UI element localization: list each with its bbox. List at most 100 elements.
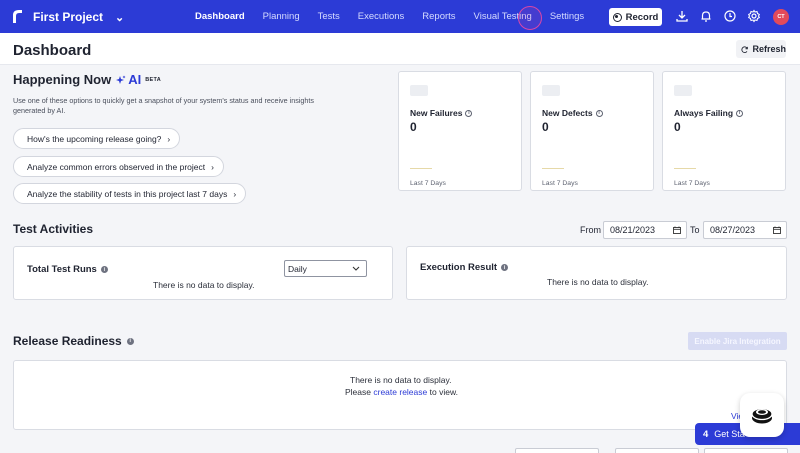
no-data-message: There is no data to display. [547,277,649,287]
to-date-value: 08/27/2023 [710,225,756,235]
prompt-label: How's the upcoming release going? [27,133,162,144]
refresh-icon [741,45,748,53]
sparkline [674,168,696,169]
nav-dashboard[interactable]: Dashboard [195,11,245,22]
placeholder-bar [674,85,692,96]
stat-card-always-failing[interactable]: Always Failing i 0 Last 7 Days [662,71,786,191]
from-date-input[interactable]: 08/21/2023 [603,221,687,239]
nav-settings[interactable]: Settings [550,11,584,22]
from-label: From [580,225,601,235]
nav-tests[interactable]: Tests [318,11,340,22]
download-icon[interactable] [675,9,689,23]
calendar-icon [673,226,681,234]
refresh-label: Refresh [752,44,786,54]
happening-now-label: Happening Now [13,72,112,87]
stack-icon [751,407,773,424]
prompt-label: Analyze the stability of tests in this p… [27,188,228,199]
chevron-right-icon: › [167,133,171,144]
execution-result-panel: Execution Result i There is no data to d… [406,246,787,300]
placeholder-bar [410,85,428,96]
info-icon[interactable]: i [126,337,134,345]
interval-select[interactable]: Daily [284,260,367,277]
ai-badge: AI [116,72,141,87]
prompt-common-errors[interactable]: Analyze common errors observed in the pr… [13,156,224,177]
sparkle-icon [116,75,126,84]
partial-input [615,448,699,453]
execution-result-title: Execution Result i [420,262,509,273]
history-icon[interactable] [723,9,737,23]
panel-title-text: Execution Result [420,262,498,273]
record-button[interactable]: Record [609,8,662,26]
create-release-link[interactable]: create release [373,387,427,397]
stat-card-new-failures[interactable]: New Failures i 0 Last 7 Days [398,71,522,191]
release-readiness-title: Release Readiness i [13,334,134,348]
bell-icon[interactable] [699,9,713,23]
stat-label-text: New Defects [542,108,593,118]
to-date-input[interactable]: 08/27/2023 [703,221,787,239]
test-activities-title: Test Activities [13,222,94,236]
no-data-message: There is no data to display. [153,280,255,290]
nav-executions[interactable]: Executions [358,11,404,22]
stat-value: 0 [674,120,681,134]
sparkline [542,168,564,169]
stat-value: 0 [542,120,549,134]
partial-input [515,448,599,453]
page-title: Dashboard [13,42,92,59]
info-icon[interactable]: i [501,264,509,271]
avatar[interactable]: CT [773,9,789,25]
stat-label: New Failures i [410,108,473,118]
project-name: First Project [33,10,104,24]
get-started-count: 4 [703,428,709,440]
stat-label: New Defects i [542,108,603,118]
top-nav: First Project ⌄ Dashboard Planning Tests… [0,0,800,33]
gear-icon[interactable] [747,9,761,23]
info-icon[interactable]: i [100,266,108,273]
hint-please: Please [345,387,371,397]
panel-title-text: Total Test Runs [27,264,97,275]
chevron-down-icon: ⌄ [115,11,125,24]
hint-to-view: to view. [429,387,458,397]
happening-now-description: Use one of these options to quickly get … [13,96,315,115]
project-switcher[interactable]: First Project ⌄ [33,10,124,24]
beta-badge: BETA [145,76,161,83]
create-release-hint: Please create release to view. [345,387,458,397]
chevron-down-icon [352,266,360,271]
record-icon [612,12,622,22]
stat-label: Always Failing i [674,108,744,118]
stat-label-text: New Failures [410,108,463,118]
chevron-right-icon: › [233,188,237,199]
nav-planning[interactable]: Planning [263,11,300,22]
prompt-test-stability[interactable]: Analyze the stability of tests in this p… [13,183,247,204]
enable-jira-button[interactable]: Enable Jira Integration [688,332,787,350]
chevron-right-icon: › [211,161,214,172]
stat-footer: Last 7 Days [410,180,446,187]
prompt-label: Analyze common errors observed in the pr… [27,161,206,172]
info-icon[interactable]: i [465,109,473,117]
logo-icon[interactable] [11,9,23,24]
interval-value: Daily [288,263,307,274]
ai-label: AI [128,72,142,87]
stat-value: 0 [410,120,417,134]
to-label: To [690,225,700,235]
sparkline [410,168,432,169]
partial-input [704,448,788,453]
no-data-message: There is no data to display. [350,375,452,385]
release-readiness-label: Release Readiness [13,334,122,348]
stat-card-new-defects[interactable]: New Defects i 0 Last 7 Days [530,71,654,191]
prompt-upcoming-release[interactable]: How's the upcoming release going? › [13,128,181,149]
calendar-icon [773,226,781,234]
stat-footer: Last 7 Days [674,180,710,187]
info-icon[interactable]: i [595,109,603,117]
from-date-value: 08/21/2023 [610,225,656,235]
nav-reports[interactable]: Reports [422,11,455,22]
refresh-button[interactable]: Refresh [736,40,786,58]
assistant-launcher[interactable] [740,393,784,437]
info-icon[interactable]: i [736,109,744,117]
stat-label-text: Always Failing [674,108,734,118]
record-label: Record [625,11,659,23]
total-test-runs-title: Total Test Runs i [27,264,108,275]
happening-now-title: Happening Now AI BETA [13,72,161,87]
stat-footer: Last 7 Days [542,180,578,187]
placeholder-bar [542,85,560,96]
cursor-highlight [518,6,542,30]
